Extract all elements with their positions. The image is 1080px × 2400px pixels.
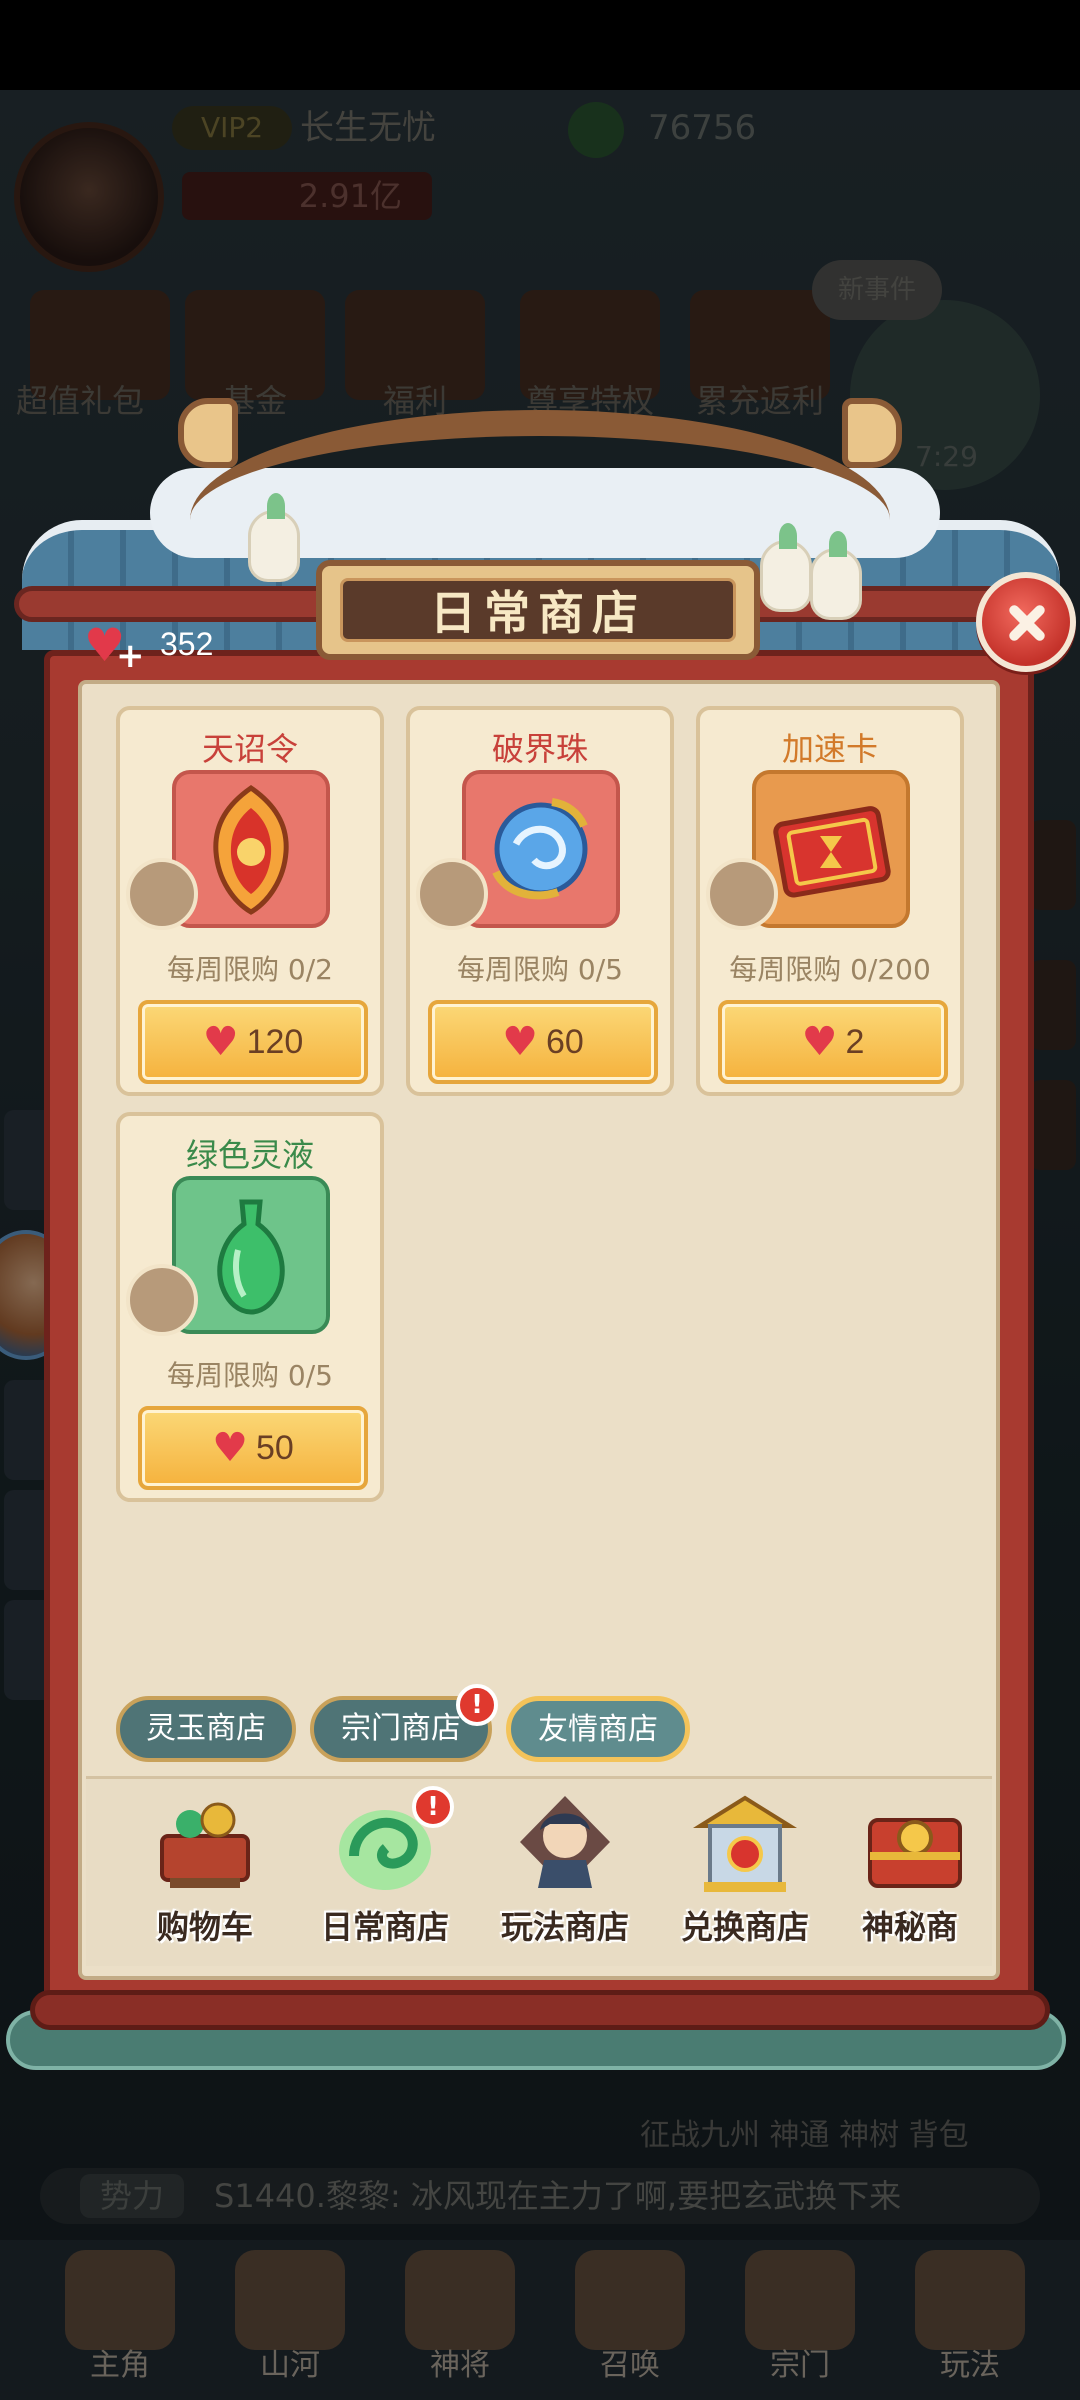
nav-item: 神将 <box>390 2250 530 2390</box>
roof-ornament-right <box>842 398 902 468</box>
nav-item: 玩法 <box>900 2250 1040 2390</box>
character-icon <box>520 1796 610 1888</box>
shopping-cart-icon <box>160 1802 250 1888</box>
nav-item: 宗门 <box>730 2250 870 2390</box>
currency-amount: 352 <box>160 625 214 662</box>
shop-tab-gameplay[interactable]: 玩法商店 <box>480 1790 650 1960</box>
weekly-limit: 每周限购 0/200 <box>729 953 931 986</box>
shop-tab-label: 玩法商店 <box>500 1908 629 1946</box>
buy-button[interactable]: ♥ 50 <box>138 1406 368 1490</box>
close-button[interactable] <box>976 572 1076 672</box>
shop-item-card: 天诏令 每周限购 0/2 ♥ 120 <box>116 706 384 1096</box>
shop-tab-label: 神秘商 <box>861 1908 958 1946</box>
item-name: 绿色灵液 <box>185 1136 314 1174</box>
item-name: 破界珠 <box>491 730 588 768</box>
bottom-nav: 主角 山河 神将 召唤 宗门 玩法 <box>0 2240 1080 2400</box>
price: 120 <box>246 1022 304 1061</box>
price: 2 <box>845 1022 865 1061</box>
shop-item-card: 加速卡 每周限购 0/200 ♥ 2 <box>696 706 964 1096</box>
roof-ornament-left <box>178 398 238 468</box>
modal-title: 日常商店 <box>340 578 736 642</box>
cart-icon[interactable] <box>126 1264 198 1336</box>
notification-badge: ! <box>456 1684 498 1726</box>
heart-icon: ♥ <box>502 1019 539 1065</box>
frame-base-decoration <box>30 1990 1050 2030</box>
nav-item: 召唤 <box>560 2250 700 2390</box>
weekly-limit: 每周限购 0/5 <box>457 953 623 986</box>
item-name: 加速卡 <box>781 730 878 768</box>
treasure-chest-icon <box>868 1818 962 1888</box>
buy-button[interactable]: ♥ 120 <box>138 1000 368 1084</box>
heart-icon: ♥ <box>212 1425 249 1471</box>
radish-sprite-icon <box>810 531 862 620</box>
nav-item: 主角 <box>50 2250 190 2390</box>
shop-tab-label: 兑换商店 <box>680 1908 809 1946</box>
tab-jade-shop[interactable]: 灵玉商店 <box>116 1696 296 1762</box>
shop-tab-label: 日常商店 <box>320 1908 449 1946</box>
shop-tab-exchange[interactable]: 兑换商店 <box>660 1790 830 1960</box>
title-plaque: 日常商店 <box>316 560 760 660</box>
tab-friendship-shop[interactable]: 友情商店 <box>506 1696 690 1762</box>
shop-tab-cart[interactable]: 购物车 <box>120 1790 290 1960</box>
nav-item: 山河 <box>220 2250 360 2390</box>
heart-icon: ♥ <box>202 1019 239 1065</box>
shop-item-card: 破界珠 每周限购 0/5 ♥ 60 <box>406 706 674 1096</box>
price: 60 <box>546 1022 584 1061</box>
shop-tab-label: 购物车 <box>156 1908 253 1946</box>
shop-tab-mystery[interactable]: 神秘商 <box>840 1790 980 1960</box>
buy-button[interactable]: ♥ 2 <box>718 1000 948 1084</box>
cart-icon[interactable] <box>416 858 488 930</box>
item-name: 天诏令 <box>201 730 298 768</box>
buy-button[interactable]: ♥ 60 <box>428 1000 658 1084</box>
price: 50 <box>256 1428 294 1467</box>
weekly-limit: 每周限购 0/2 <box>167 953 333 986</box>
heart-plus-icon[interactable]: ♥ + <box>82 618 145 676</box>
radish-sprite-icon <box>760 523 812 612</box>
notification-badge: ! <box>412 1786 454 1828</box>
shop-item-card: 绿色灵液 每周限购 0/5 ♥ 50 <box>116 1112 384 1502</box>
pavilion-icon <box>693 1795 797 1892</box>
status-bar <box>0 0 1080 90</box>
radish-sprite-icon <box>248 493 300 582</box>
heart-icon: ♥ <box>801 1019 838 1065</box>
friendship-currency[interactable]: ♥ + 352 <box>82 614 214 676</box>
weekly-limit: 每周限购 0/5 <box>167 1359 333 1392</box>
cart-icon[interactable] <box>126 858 198 930</box>
cart-icon[interactable] <box>706 858 778 930</box>
shop-tab-daily[interactable]: ! 日常商店 <box>300 1786 470 1960</box>
